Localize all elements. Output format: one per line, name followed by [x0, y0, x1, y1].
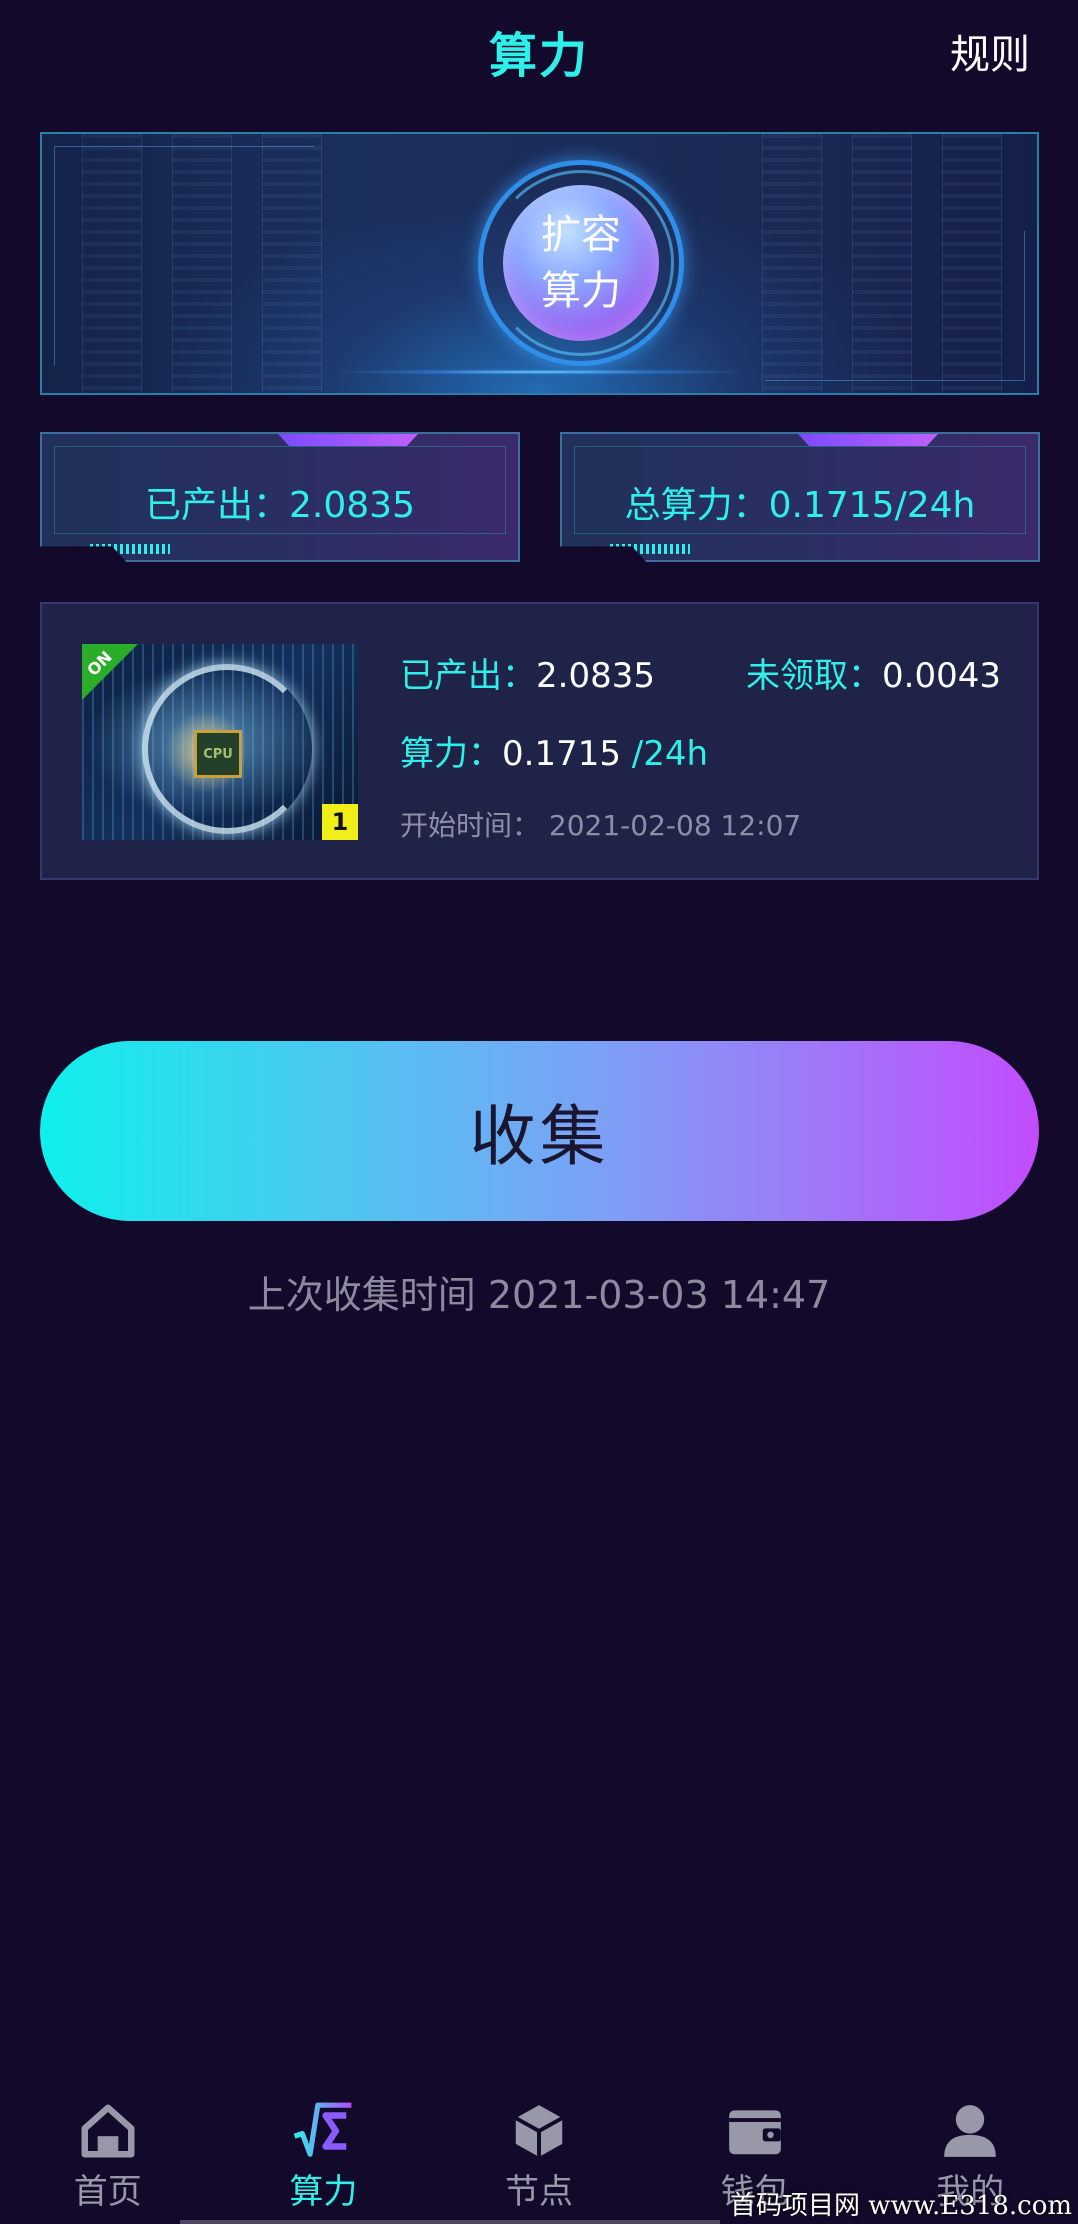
panel-stripes: [610, 544, 690, 554]
home-icon: [81, 2104, 135, 2158]
orb-label-line2: 算力: [541, 268, 621, 314]
collect-button[interactable]: 收集: [40, 1041, 1039, 1221]
floor-glow: [342, 369, 742, 375]
panel-tab-decoration: [798, 434, 938, 446]
frame-decoration: [54, 146, 314, 366]
nav-label-node: 节点: [504, 2172, 573, 2212]
card-power: 算力：0.1715 /24h: [400, 726, 708, 775]
card-power-label: 算力：: [400, 734, 502, 774]
card-produced-value: 2.0835: [536, 656, 655, 696]
home-indicator: [180, 2220, 720, 2224]
card-power-value: 0.1715: [502, 734, 621, 774]
card-produced: 已产出：2.0835: [400, 648, 655, 697]
panel-tab-decoration: [278, 434, 418, 446]
card-unclaimed-value: 0.0043: [882, 656, 1001, 696]
count-badge: 1: [322, 804, 358, 840]
last-collect-time: 上次收集时间 2021-03-03 14:47: [247, 1273, 831, 1317]
produced-panel: 已产出：2.0835: [40, 432, 520, 562]
card-unclaimed-label: 未领取：: [746, 656, 882, 696]
card-start-time: 开始时间： 2021-02-08 12:07: [400, 804, 801, 844]
card-start-time-label: 开始时间：: [400, 809, 541, 842]
nav-label-home: 首页: [73, 2172, 142, 2212]
total-power-panel: 总算力：0.1715/24h: [560, 432, 1040, 562]
cpu-chip-graphic: CPU: [194, 730, 242, 778]
orb-label-line1: 扩容: [541, 212, 621, 258]
cpu-miner-image: CPU ON 1: [82, 644, 358, 840]
expand-power-button[interactable]: 扩容 算力: [503, 185, 659, 341]
card-power-unit: /24h: [620, 734, 709, 774]
watermark-text: 首码项目网 www.E318.com: [730, 2191, 1072, 2221]
produced-stat: 已产出：2.0835: [145, 485, 415, 526]
expand-power-banner: 扩容 算力: [40, 132, 1039, 395]
user-icon: [944, 2105, 997, 2157]
collect-button-label: 收集: [469, 1098, 610, 1175]
page-title: 算力: [488, 28, 589, 84]
miner-card[interactable]: CPU ON 1 已产出：2.0835 未领取：0.0043 算力：0.1715…: [40, 602, 1039, 880]
nav-item-home[interactable]: 首页: [0, 2084, 216, 2224]
nav-item-power[interactable]: 算力: [216, 2084, 432, 2224]
panel-stripes: [90, 544, 170, 554]
sqrt-sigma-icon: [294, 2102, 352, 2157]
nav-item-node[interactable]: 节点: [431, 2084, 647, 2224]
frame-decoration: [765, 231, 1025, 381]
header: 算力 规则: [0, 0, 1078, 96]
wallet-icon: [728, 2110, 781, 2155]
card-produced-label: 已产出：: [400, 656, 536, 696]
nav-label-power: 算力: [289, 2172, 358, 2212]
card-start-time-value: 2021-02-08 12:07: [540, 809, 802, 842]
rules-button[interactable]: 规则: [950, 22, 1030, 80]
total-power-stat: 总算力：0.1715/24h: [624, 485, 976, 526]
page: 算力 规则 扩容 算力 已产出：2.0835 总算力：0.1715/24h CP…: [0, 0, 1078, 2224]
chip-text: CPU: [203, 746, 233, 762]
card-unclaimed: 未领取：0.0043: [746, 648, 1001, 697]
cube-icon: [514, 2105, 564, 2157]
